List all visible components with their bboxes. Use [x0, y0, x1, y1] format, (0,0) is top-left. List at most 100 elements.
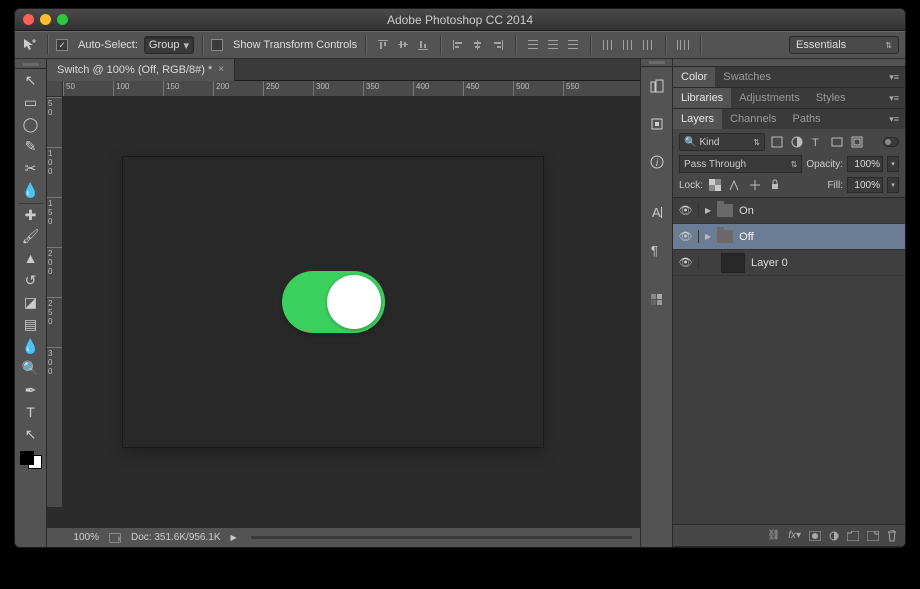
blend-mode-select[interactable]: Pass Through ⇅ [679, 155, 802, 173]
minimize-window-button[interactable] [40, 14, 51, 25]
layer-thumbnail[interactable] [721, 253, 745, 273]
panel-menu-icon[interactable]: ▾≡ [883, 72, 905, 83]
visibility-toggle[interactable]: 👁 [673, 230, 699, 243]
zoom-window-button[interactable] [57, 14, 68, 25]
layer-name[interactable]: Layer 0 [751, 257, 788, 269]
zoom-value[interactable]: 100% [55, 532, 99, 543]
canvas-stage[interactable] [63, 97, 640, 507]
filter-shape-icon[interactable] [829, 134, 845, 150]
path-select-tool[interactable]: ↖ [18, 423, 44, 445]
fx-icon[interactable]: fx▾ [788, 530, 801, 541]
toolbox-grip[interactable] [15, 61, 46, 69]
history-brush-tool[interactable]: ↺ [18, 269, 44, 291]
opacity-scrubber[interactable]: ▾ [887, 156, 899, 172]
panel-menu-icon[interactable]: ▾≡ [883, 93, 905, 104]
visibility-toggle[interactable]: 👁 [673, 204, 699, 217]
swatches-icon[interactable] [644, 287, 670, 313]
fill-input[interactable] [847, 177, 883, 193]
lock-transparent-icon[interactable] [707, 177, 723, 193]
layer-filter-kind-select[interactable]: 🔍 Kind ⇅ [679, 133, 765, 151]
eyedropper-tool[interactable]: 💧 [18, 179, 44, 201]
distribute-vcenter-icon[interactable] [544, 36, 562, 54]
gradient-tool[interactable]: ▤ [18, 313, 44, 335]
filter-smart-icon[interactable] [849, 134, 865, 150]
lasso-tool[interactable]: ◯ [18, 113, 44, 135]
tab-color[interactable]: Color [673, 67, 715, 87]
auto-select-mode-select[interactable]: Group ▾ [144, 36, 194, 54]
tab-adjustments[interactable]: Adjustments [731, 88, 808, 108]
align-hcenter-icon[interactable] [469, 36, 487, 54]
arrange-3d-icon[interactable] [674, 36, 692, 54]
move-tool[interactable]: ↖ [18, 69, 44, 91]
layer-row[interactable]: 👁 ▶ On [673, 198, 905, 224]
eraser-tool[interactable]: ◪ [18, 291, 44, 313]
layer-name[interactable]: Off [739, 231, 753, 243]
align-right-icon[interactable] [489, 36, 507, 54]
new-layer-icon[interactable] [867, 531, 879, 541]
dock-strip-grip[interactable] [641, 59, 672, 67]
close-window-button[interactable] [23, 14, 34, 25]
disclosure-triangle-icon[interactable]: ▶ [705, 206, 711, 215]
visibility-toggle[interactable]: 👁 [673, 256, 699, 269]
foreground-color-swatch[interactable] [20, 451, 34, 465]
trash-icon[interactable] [887, 530, 897, 542]
ruler-horizontal[interactable]: 50100150200250300350400450500550 [63, 81, 640, 97]
opacity-input[interactable] [847, 156, 883, 172]
show-transform-checkbox[interactable] [211, 39, 223, 51]
clone-stamp-tool[interactable]: ▲ [18, 247, 44, 269]
distribute-left-icon[interactable] [599, 36, 617, 54]
disclosure-triangle-icon[interactable]: ▶ [705, 232, 711, 241]
dodge-tool[interactable]: 🔍 [18, 357, 44, 379]
layer-name[interactable]: On [739, 205, 754, 217]
paragraph-icon[interactable]: ¶ [644, 237, 670, 263]
new-group-icon[interactable] [847, 531, 859, 541]
doc-size[interactable]: Doc: 351.6K/956.1K [131, 532, 221, 543]
ruler-vertical[interactable]: 50100150200250300 [47, 97, 63, 507]
properties-icon[interactable] [644, 111, 670, 137]
add-mask-icon[interactable] [809, 531, 821, 541]
crop-tool[interactable]: ✂ [18, 157, 44, 179]
quick-select-tool[interactable]: ✎ [18, 135, 44, 157]
brush-tool[interactable]: 🖌 [18, 225, 44, 247]
filter-toggle[interactable] [883, 137, 899, 147]
close-tab-icon[interactable]: × [218, 64, 224, 75]
filter-type-icon[interactable]: T [809, 134, 825, 150]
tab-swatches[interactable]: Swatches [715, 67, 779, 87]
tab-styles[interactable]: Styles [808, 88, 854, 108]
ruler-origin[interactable] [47, 81, 63, 97]
tab-libraries[interactable]: Libraries [673, 88, 731, 108]
tab-paths[interactable]: Paths [785, 109, 829, 129]
document-tab[interactable]: Switch @ 100% (Off, RGB/8#) * × [47, 59, 235, 81]
blur-tool[interactable]: 💧 [18, 335, 44, 357]
status-menu-arrow[interactable]: ▶ [231, 533, 237, 542]
align-top-icon[interactable] [374, 36, 392, 54]
fill-scrubber[interactable]: ▾ [887, 177, 899, 193]
filter-adjustment-icon[interactable] [789, 134, 805, 150]
workspace-select[interactable]: Essentials ⇅ [789, 36, 899, 54]
healing-brush-tool[interactable]: ✚ [18, 203, 44, 225]
pen-tool[interactable]: ✒ [18, 379, 44, 401]
align-bottom-icon[interactable] [414, 36, 432, 54]
lock-all-icon[interactable] [767, 177, 783, 193]
distribute-bottom-icon[interactable] [564, 36, 582, 54]
panels-grip[interactable] [673, 59, 905, 67]
align-vcenter-icon[interactable] [394, 36, 412, 54]
auto-select-checkbox[interactable] [56, 39, 68, 51]
layer-row[interactable]: 👁 Layer 0 [673, 250, 905, 276]
doc-proxy-icon[interactable] [109, 533, 121, 543]
link-layers-icon[interactable]: ⛓ [767, 530, 780, 541]
type-tool[interactable]: T [18, 401, 44, 423]
lock-image-icon[interactable] [727, 177, 743, 193]
distribute-right-icon[interactable] [639, 36, 657, 54]
history-icon[interactable] [644, 73, 670, 99]
tab-layers[interactable]: Layers [673, 109, 722, 129]
color-swatches[interactable] [18, 449, 44, 471]
tab-channels[interactable]: Channels [722, 109, 784, 129]
marquee-tool[interactable]: ▭ [18, 91, 44, 113]
distribute-top-icon[interactable] [524, 36, 542, 54]
layer-row[interactable]: 👁 ▶ Off [673, 224, 905, 250]
info-icon[interactable]: i [644, 149, 670, 175]
panel-menu-icon[interactable]: ▾≡ [883, 114, 905, 125]
align-left-icon[interactable] [449, 36, 467, 54]
character-icon[interactable]: A [644, 199, 670, 225]
